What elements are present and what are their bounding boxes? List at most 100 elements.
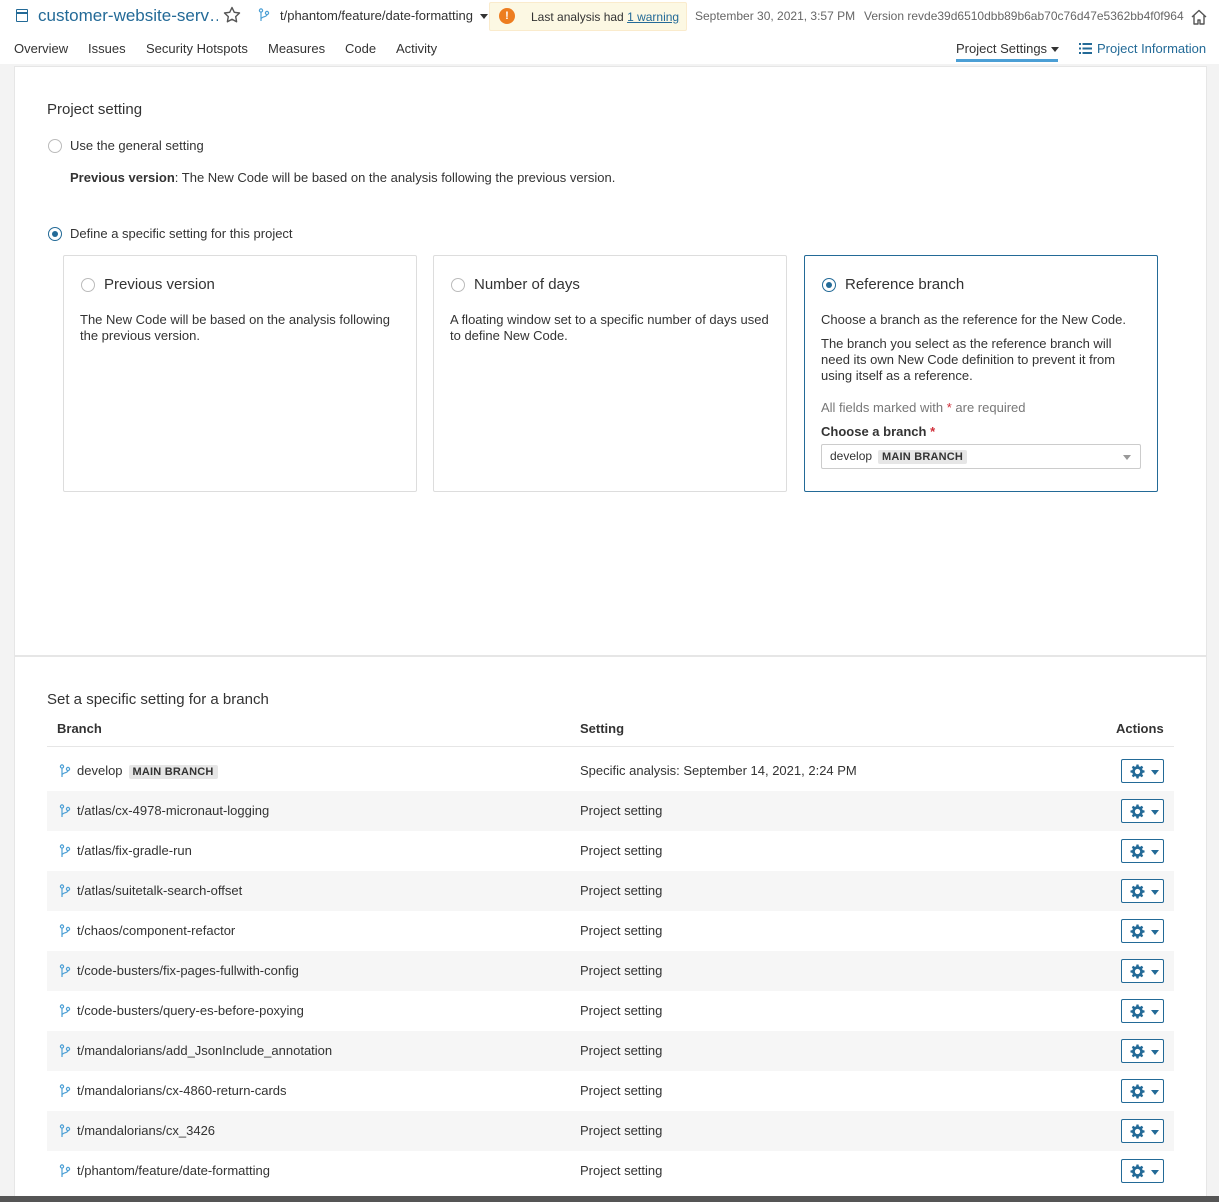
branch-name: t/atlas/fix-gradle-run — [77, 843, 192, 858]
table-row: t/chaos/component-refactor Project settin… — [47, 911, 1174, 951]
option-card-previous-version[interactable]: Previous version The New Code will be ba… — [63, 255, 417, 492]
tab-code[interactable]: Code — [345, 41, 376, 56]
tab-measures[interactable]: Measures — [268, 41, 325, 56]
branch-actions-button[interactable] — [1121, 1159, 1164, 1183]
chevron-down-icon[interactable] — [480, 14, 488, 19]
table-row: t/mandalorians/cx-4860-return-cards Proje… — [47, 1071, 1174, 1111]
branch-setting-value: Project setting — [580, 843, 663, 858]
gear-icon — [1130, 884, 1145, 899]
branch-actions-button[interactable] — [1121, 999, 1164, 1023]
bottom-status-strip — [0, 1196, 1219, 1202]
branch-name: t/mandalorians/add_JsonInclude_annotatio… — [77, 1043, 333, 1058]
analysis-version: Version revde39d6510dbb89b6ab70c76d47e53… — [864, 9, 1184, 23]
table-row: t/mandalorians/cx_3426 Project setting — [47, 1111, 1174, 1151]
card-description: A floating window set to a specific numb… — [450, 312, 769, 343]
warning-link[interactable]: 1 warning — [627, 10, 679, 24]
branch-setting-value: Project setting — [580, 1123, 663, 1138]
tab-security-hotspots[interactable]: Security Hotspots — [146, 41, 248, 56]
branch-actions-button[interactable] — [1121, 1119, 1164, 1143]
branch-actions-button[interactable] — [1121, 759, 1164, 783]
specific-setting-radio[interactable] — [48, 227, 62, 241]
project-name-link[interactable]: customer-website-serv… — [38, 6, 218, 26]
gear-icon — [1130, 1044, 1145, 1059]
option-card-reference-branch[interactable]: Reference branch Choose a branch as the … — [804, 255, 1158, 492]
column-header-branch: Branch — [57, 721, 102, 736]
gear-icon — [1130, 804, 1145, 819]
branch-icon — [59, 964, 71, 977]
branch-actions-button[interactable] — [1121, 1079, 1164, 1103]
general-setting-label[interactable]: Use the general setting — [70, 138, 204, 153]
project-nav: Overview Issues Security Hotspots Measur… — [0, 34, 1219, 64]
branch-icon — [59, 1084, 71, 1097]
chevron-down-icon — [1151, 1130, 1159, 1135]
chevron-down-icon — [1050, 47, 1059, 53]
branch-actions-button[interactable] — [1121, 839, 1164, 863]
branch-actions-button[interactable] — [1121, 959, 1164, 983]
gear-icon — [1130, 1124, 1145, 1139]
branch-icon — [59, 1004, 71, 1017]
active-tab-indicator — [956, 59, 1058, 62]
chevron-down-icon — [1151, 890, 1159, 895]
branch-setting-value: Specific analysis: September 14, 2021, 2… — [580, 763, 857, 778]
chevron-down-icon — [1151, 1090, 1159, 1095]
gear-icon — [1130, 844, 1145, 859]
tab-project-information[interactable]: Project Information — [1079, 41, 1206, 56]
home-icon[interactable] — [1190, 8, 1208, 26]
chevron-down-icon[interactable] — [1123, 455, 1131, 460]
branch-name: t/code-busters/fix-pages-fullwith-config — [77, 963, 299, 978]
specific-setting-label[interactable]: Define a specific setting for this proje… — [70, 226, 293, 241]
tab-overview[interactable]: Overview — [14, 41, 68, 56]
branch-icon — [59, 1044, 71, 1057]
selected-branch-value: develop MAIN BRANCH — [830, 449, 968, 464]
chevron-down-icon — [1151, 850, 1159, 855]
branch-setting-value: Project setting — [580, 1003, 663, 1018]
branch-icon — [59, 1164, 71, 1177]
list-icon — [1079, 43, 1092, 54]
branch-icon — [59, 1124, 71, 1137]
choose-branch-label: Choose a branch * — [821, 424, 936, 439]
general-setting-description: Previous version: The New Code will be b… — [70, 170, 616, 185]
branch-setting-value: Project setting — [580, 1163, 663, 1178]
branch-name: t/atlas/suitetalk-search-offset — [77, 883, 243, 898]
table-row: t/code-busters/query-es-before-poxying Pr… — [47, 991, 1174, 1031]
branch-selector[interactable]: t/phantom/feature/date-formatting — [280, 8, 473, 23]
chevron-down-icon — [1151, 1010, 1159, 1015]
chevron-down-icon — [1151, 1170, 1159, 1175]
number-of-days-radio[interactable] — [451, 278, 465, 292]
tab-activity[interactable]: Activity — [396, 41, 437, 56]
chevron-down-icon — [1151, 770, 1159, 775]
gear-icon — [1130, 764, 1145, 779]
branch-actions-button[interactable] — [1121, 799, 1164, 823]
table-row: t/atlas/cx-4978-micronaut-logging Project… — [47, 791, 1174, 831]
option-card-number-of-days[interactable]: Number of days A floating window set to … — [433, 255, 787, 492]
reference-branch-select[interactable]: develop MAIN BRANCH — [821, 444, 1141, 469]
gear-icon — [1130, 1084, 1145, 1099]
branch-name: t/mandalorians/cx_3426 — [77, 1123, 216, 1138]
main-branch-badge: MAIN BRANCH — [128, 765, 218, 779]
table-row: t/atlas/suitetalk-search-offset Project s… — [47, 871, 1174, 911]
chevron-down-icon — [1151, 930, 1159, 935]
tab-issues[interactable]: Issues — [88, 41, 126, 56]
analysis-date: September 30, 2021, 3:57 PM — [695, 9, 856, 23]
warning-banner: ! Last analysis had 1 warning — [489, 2, 687, 31]
table-row: t/mandalorians/add_JsonInclude_annotatio… — [47, 1031, 1174, 1071]
favorite-star-icon[interactable] — [222, 5, 242, 25]
required-fields-note: All fields marked with * are required — [821, 400, 1026, 415]
branch-setting-value: Project setting — [580, 1043, 663, 1058]
reference-branch-radio[interactable] — [822, 278, 836, 292]
previous-version-radio[interactable] — [81, 278, 95, 292]
branch-name: t/atlas/cx-4978-micronaut-logging — [77, 803, 270, 818]
table-row: develop MAIN BRANCH Specific analysis: Sep… — [47, 751, 1174, 791]
tab-project-settings[interactable]: Project Settings — [956, 41, 1059, 56]
gear-icon — [1130, 1004, 1145, 1019]
branch-actions-button[interactable] — [1121, 879, 1164, 903]
branch-actions-button[interactable] — [1121, 919, 1164, 943]
branch-icon — [59, 764, 71, 777]
project-icon — [16, 9, 28, 22]
branch-name: t/mandalorians/cx-4860-return-cards — [77, 1083, 287, 1098]
column-header-setting: Setting — [580, 721, 625, 736]
general-setting-radio[interactable] — [48, 139, 62, 153]
chevron-down-icon — [1151, 970, 1159, 975]
branch-actions-button[interactable] — [1121, 1039, 1164, 1063]
card-description: The New Code will be based on the analys… — [80, 312, 391, 343]
